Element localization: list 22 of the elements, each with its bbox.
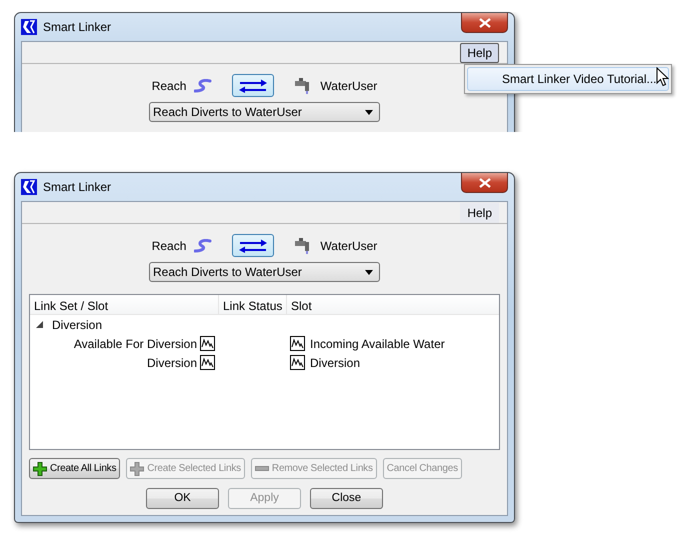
dialog-button[interactable]: OK	[146, 488, 219, 509]
column-header[interactable]: Link Status	[219, 295, 287, 314]
window-title: Smart Linker	[43, 19, 112, 36]
slot-name: Diversion	[310, 354, 360, 372]
menu-item[interactable]: Smart Linker Video Tutorial...	[467, 67, 669, 91]
dialog-button[interactable]: Close	[310, 488, 383, 509]
menu-item[interactable]: Help	[460, 42, 499, 62]
column-header[interactable]: Slot	[287, 295, 499, 314]
column-header[interactable]: Link Set / Slot	[30, 295, 219, 314]
menu-item[interactable]: Help	[460, 202, 499, 222]
link-type-dropdown[interactable]: Reach Diverts to WaterUser	[149, 262, 380, 282]
source-label: Reach	[152, 238, 186, 254]
slot-name: Diversion	[146, 354, 197, 372]
link-type-dropdown[interactable]: Reach Diverts to WaterUser	[149, 102, 380, 122]
tree-item[interactable]: Diversion	[52, 316, 102, 334]
source-label: Reach	[152, 78, 186, 94]
slot-name: Incoming Available Water	[310, 336, 445, 352]
window-title: Smart Linker	[43, 179, 112, 196]
action-button[interactable]: Create All Links	[29, 458, 120, 479]
target-label: WaterUser	[320, 238, 378, 254]
target-label: WaterUser	[320, 78, 378, 94]
slot-name: Available For Diversion	[74, 336, 197, 352]
